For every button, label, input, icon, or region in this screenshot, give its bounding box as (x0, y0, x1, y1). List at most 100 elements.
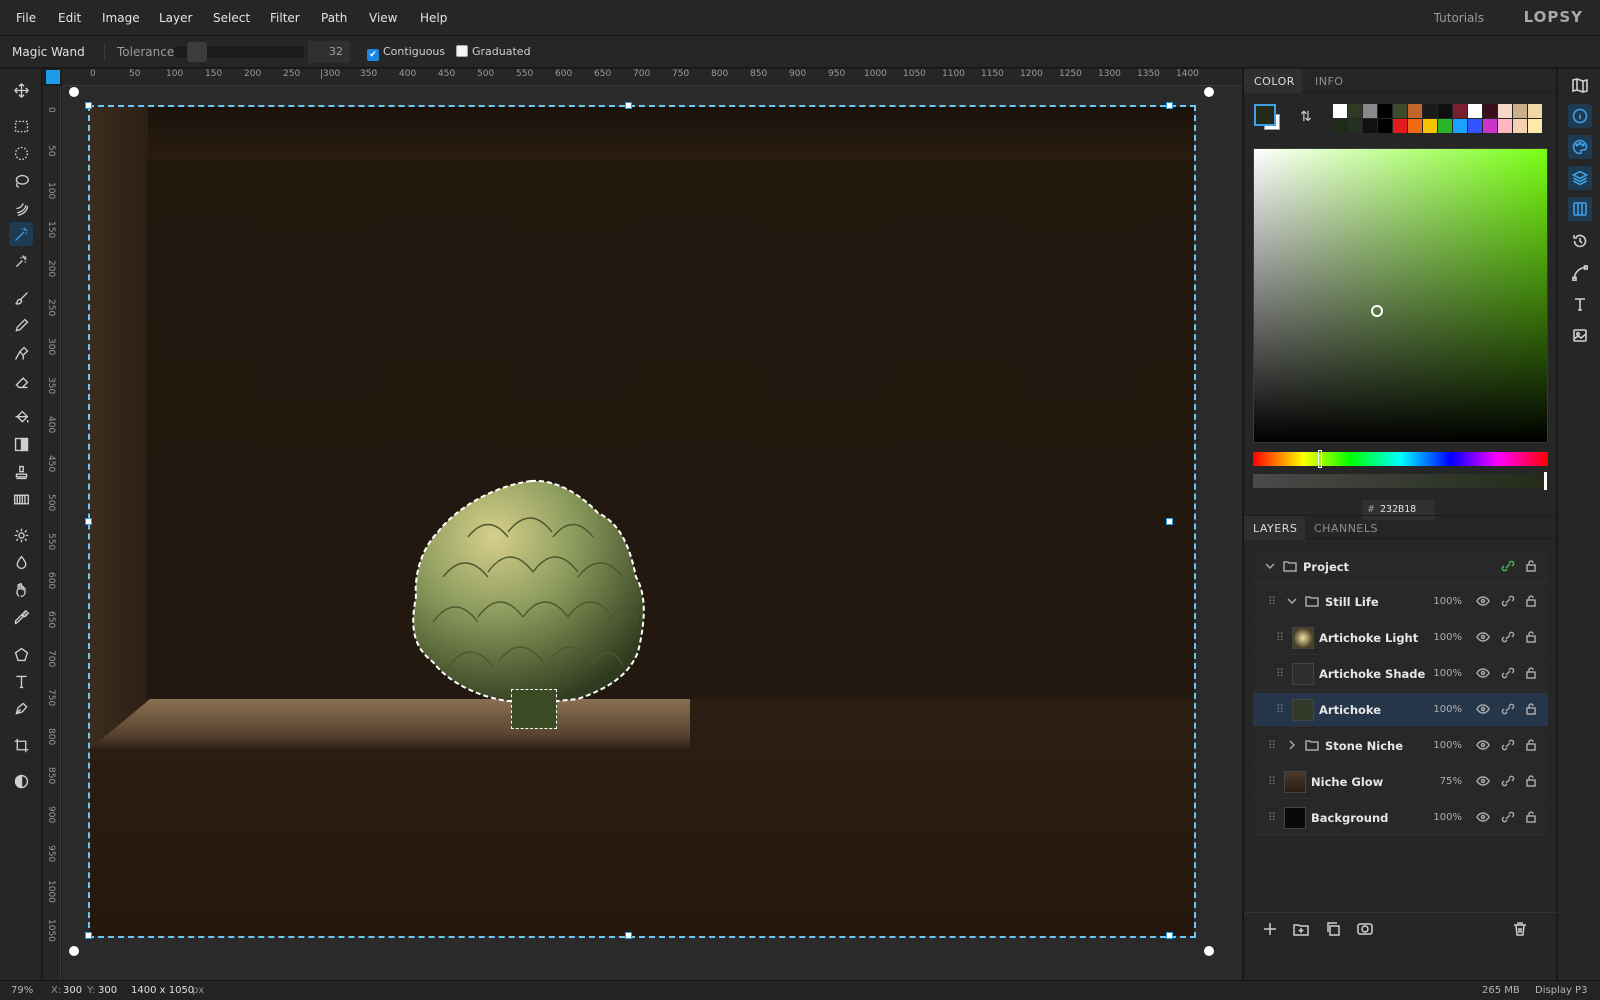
history-icon[interactable] (1568, 229, 1592, 253)
color-swatch[interactable] (1333, 119, 1347, 133)
link-icon[interactable] (1501, 666, 1515, 683)
layer-opacity[interactable]: 100% (1433, 812, 1462, 823)
mask-icon[interactable] (1357, 921, 1373, 940)
color-swatch[interactable] (1378, 104, 1392, 118)
drag-handle-icon[interactable]: ⠿ (1268, 775, 1276, 788)
menu-help[interactable]: Help (420, 11, 447, 25)
transform-handle[interactable] (85, 932, 92, 939)
eye-icon[interactable] (1476, 666, 1490, 683)
menu-select[interactable]: Select (213, 11, 250, 25)
gradient-icon[interactable] (9, 432, 33, 456)
layer-opacity[interactable]: 100% (1433, 596, 1462, 607)
lock-icon[interactable] (1524, 630, 1538, 647)
color-swatch[interactable] (1408, 104, 1422, 118)
stamp-icon[interactable] (9, 460, 33, 484)
color-swatch[interactable] (1333, 104, 1347, 118)
color-swatch[interactable] (1378, 119, 1392, 133)
color-picker-field[interactable] (1253, 148, 1548, 443)
color-swatch[interactable] (1513, 119, 1527, 133)
color-swatch[interactable] (1348, 119, 1362, 133)
selection-marquee[interactable] (88, 105, 1196, 938)
hue-slider-handle[interactable] (1318, 450, 1322, 468)
layer-opacity[interactable]: 100% (1433, 668, 1462, 679)
menu-filter[interactable]: Filter (270, 11, 300, 25)
color-swatch[interactable] (1438, 104, 1452, 118)
layer-opacity[interactable]: 100% (1433, 704, 1462, 715)
pencil-icon[interactable] (9, 313, 33, 337)
layer-row-background[interactable]: ⠿ Background 100% (1253, 801, 1548, 835)
layer-opacity[interactable]: 100% (1433, 632, 1462, 643)
map-icon[interactable] (1568, 73, 1592, 97)
text-icon[interactable] (9, 669, 33, 693)
dodge-icon[interactable] (9, 523, 33, 547)
rotate-handle[interactable] (1204, 946, 1214, 956)
lock-icon[interactable] (1524, 666, 1538, 683)
link-icon[interactable] (1501, 594, 1515, 611)
color-swatch[interactable] (1483, 104, 1497, 118)
drag-handle-icon[interactable]: ⠿ (1276, 631, 1284, 644)
layer-row-artichoke-shade[interactable]: ⠿ Artichoke Shade 100% (1253, 657, 1548, 691)
palette-icon[interactable] (1568, 135, 1592, 159)
transform-handle[interactable] (85, 102, 92, 109)
ruler-origin-marker[interactable] (46, 70, 60, 84)
zoom-level[interactable]: 79% (11, 985, 33, 996)
lock-icon[interactable] (1524, 774, 1538, 791)
color-swatch[interactable] (1483, 119, 1497, 133)
horizontal-ruler[interactable]: 0 50 100 150 200 250 300 350 400 450 500… (62, 69, 1242, 86)
clone-icon[interactable] (9, 341, 33, 365)
rotate-handle[interactable] (69, 946, 79, 956)
link-icon[interactable] (1501, 774, 1515, 791)
eye-icon[interactable] (1476, 702, 1490, 719)
quick-select-icon[interactable] (9, 196, 33, 220)
alpha-slider-handle[interactable] (1544, 472, 1547, 490)
chevron-right-icon[interactable] (1285, 738, 1299, 755)
color-swatch[interactable] (1453, 104, 1467, 118)
link-icon[interactable] (1501, 810, 1515, 827)
layer-row-project[interactable]: Project (1253, 550, 1548, 584)
layer-opacity[interactable]: 100% (1433, 740, 1462, 751)
vertical-ruler[interactable]: 0 50 100 150 200 250 300 350 400 450 500… (43, 86, 61, 980)
transform-handle[interactable] (1166, 932, 1173, 939)
tab-layers[interactable]: LAYERS (1253, 522, 1297, 535)
add-layer-icon[interactable] (1262, 921, 1278, 940)
lasso-icon[interactable] (9, 169, 33, 193)
color-profile[interactable]: Display P3 (1535, 985, 1587, 996)
pen-icon[interactable] (9, 696, 33, 720)
color-swatch[interactable] (1423, 119, 1437, 133)
rotate-handle[interactable] (1204, 87, 1214, 97)
move-icon[interactable] (9, 78, 33, 102)
transform-handle[interactable] (625, 102, 632, 109)
color-swatch[interactable] (1468, 119, 1482, 133)
path-icon[interactable] (1568, 261, 1592, 285)
picker-cursor[interactable] (1371, 305, 1383, 317)
menu-path[interactable]: Path (321, 11, 347, 25)
color-swatch[interactable] (1393, 119, 1407, 133)
brush-icon[interactable] (9, 286, 33, 310)
menu-layer[interactable]: Layer (159, 11, 192, 25)
tab-channels[interactable]: CHANNELS (1314, 522, 1378, 535)
drag-handle-icon[interactable]: ⠿ (1268, 811, 1276, 824)
lock-icon[interactable] (1524, 559, 1538, 576)
menu-file[interactable]: File (16, 11, 36, 25)
crop-icon[interactable] (9, 733, 33, 757)
magic-wand-icon[interactable] (9, 222, 33, 246)
link-icon[interactable] (1501, 630, 1515, 647)
transform-handle[interactable] (1166, 102, 1173, 109)
alpha-slider[interactable] (1253, 474, 1548, 488)
layers-icon[interactable] (1568, 166, 1592, 190)
layer-row-artichoke[interactable]: ⠿ Artichoke 100% (1253, 693, 1548, 727)
image-icon[interactable] (1568, 323, 1592, 347)
graduated-checkbox[interactable]: Graduated (456, 45, 531, 58)
foreground-color-swatch[interactable] (1254, 104, 1276, 126)
link-icon[interactable] (1501, 702, 1515, 719)
color-swatch[interactable] (1468, 104, 1482, 118)
new-group-icon[interactable] (1293, 921, 1309, 940)
rotate-handle[interactable] (69, 87, 79, 97)
drag-handle-icon[interactable]: ⠿ (1276, 703, 1284, 716)
duplicate-layer-icon[interactable] (1325, 921, 1341, 940)
menu-image[interactable]: Image (102, 11, 140, 25)
layer-opacity[interactable]: 75% (1440, 776, 1462, 787)
layer-row-still-life[interactable]: ⠿ Still Life 100% (1253, 585, 1548, 619)
lock-icon[interactable] (1524, 738, 1538, 755)
pattern-icon[interactable] (9, 487, 33, 511)
